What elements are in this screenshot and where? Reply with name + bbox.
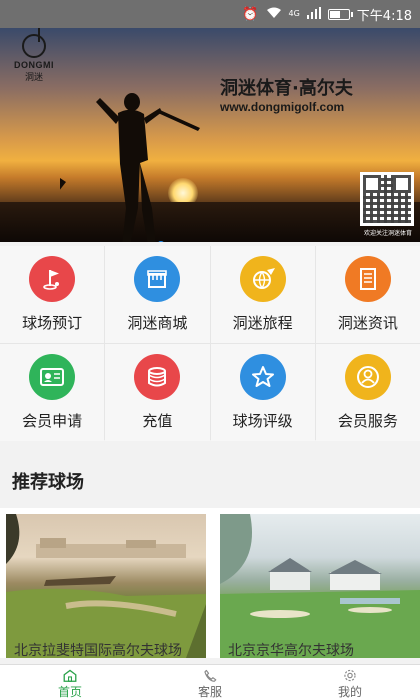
menu-item-course-booking[interactable]: 球场预订	[0, 246, 105, 343]
logo-cn: 洞迷	[24, 73, 43, 83]
menu-item-news[interactable]: 洞迷资讯	[315, 246, 420, 343]
course-photo	[6, 514, 206, 658]
golf-flag-icon	[29, 256, 76, 302]
status-bar: ⏰ 4G 下午4:18	[0, 0, 420, 28]
menu-label: 洞迷资讯	[337, 314, 398, 332]
course-name: 北京京华高尔夫球场	[228, 643, 354, 658]
menu-item-membership-apply[interactable]: 会员申请	[0, 344, 105, 441]
menu-item-recharge[interactable]: 充值	[105, 344, 210, 441]
home-icon	[63, 669, 77, 682]
menu-label: 会员服务	[337, 412, 398, 430]
menu-grid: 球场预订 洞迷商城 洞迷旅程 洞迷资讯 会员申请 充值 球场评级 会员服务	[0, 246, 420, 441]
banner-title: 洞迷体育·高尔夫	[220, 78, 353, 99]
news-document-icon	[344, 256, 391, 302]
menu-label: 球场预订	[22, 314, 83, 332]
coins-icon	[134, 354, 181, 400]
menu-label: 洞迷旅程	[232, 314, 293, 332]
qr-caption: 欢迎关注洞迷体育	[363, 230, 412, 237]
menu-item-course-rating[interactable]: 球场评级	[210, 344, 315, 441]
course-name: 北京拉斐特国际高尔夫球场	[14, 643, 182, 658]
course-card[interactable]: 北京京华高尔夫球场	[220, 514, 420, 658]
carousel-indicator[interactable]	[157, 241, 165, 242]
menu-item-travel[interactable]: 洞迷旅程	[210, 246, 315, 343]
logo-mark-icon	[22, 28, 46, 58]
wifi-icon	[266, 7, 282, 22]
user-service-icon	[344, 354, 391, 400]
tab-home[interactable]: 首页	[0, 665, 140, 700]
phone-icon	[204, 669, 217, 682]
battery-icon	[327, 8, 353, 20]
menu-item-shop[interactable]: 洞迷商城	[105, 246, 210, 343]
network-type: 4G	[288, 9, 300, 18]
logo-brand: DONGMI	[14, 60, 54, 70]
promo-banner[interactable]: DONGMI 洞迷 洞迷体育·高尔夫 www.dongmigolf.com 欢迎…	[0, 28, 420, 242]
tab-customer-service[interactable]: 客服	[140, 665, 280, 700]
gear-icon	[344, 669, 356, 682]
banner-url: www.dongmigolf.com	[220, 100, 345, 114]
menu-item-member-service[interactable]: 会员服务	[315, 344, 420, 441]
qr-code	[360, 172, 414, 226]
star-icon	[239, 354, 286, 400]
tab-mine[interactable]: 我的	[280, 665, 420, 700]
menu-label: 洞迷商城	[127, 314, 188, 332]
tab-label: 客服	[197, 685, 222, 699]
globe-plane-icon	[239, 256, 286, 302]
menu-label: 会员申请	[22, 412, 83, 430]
golfer-silhouette	[60, 93, 200, 242]
menu-label: 球场评级	[232, 412, 293, 430]
bottom-tab-bar: 首页 客服 我的	[0, 664, 420, 700]
member-card-icon	[29, 354, 76, 400]
tab-label: 首页	[57, 685, 82, 699]
recommended-courses: 北京拉斐特国际高尔夫球场 北京京华高尔夫球场	[0, 508, 420, 658]
course-card[interactable]: 北京拉斐特国际高尔夫球场	[6, 514, 206, 658]
status-time: 下午4:18	[356, 8, 412, 24]
alarm-icon: ⏰	[242, 6, 259, 22]
tab-label: 我的	[337, 685, 362, 699]
section-title: 推荐球场	[12, 472, 84, 493]
signal-icon	[306, 6, 321, 22]
menu-label: 充值	[142, 412, 173, 430]
course-photo	[220, 514, 420, 658]
shop-icon	[134, 256, 181, 302]
dongmi-logo: DONGMI 洞迷	[10, 28, 58, 83]
